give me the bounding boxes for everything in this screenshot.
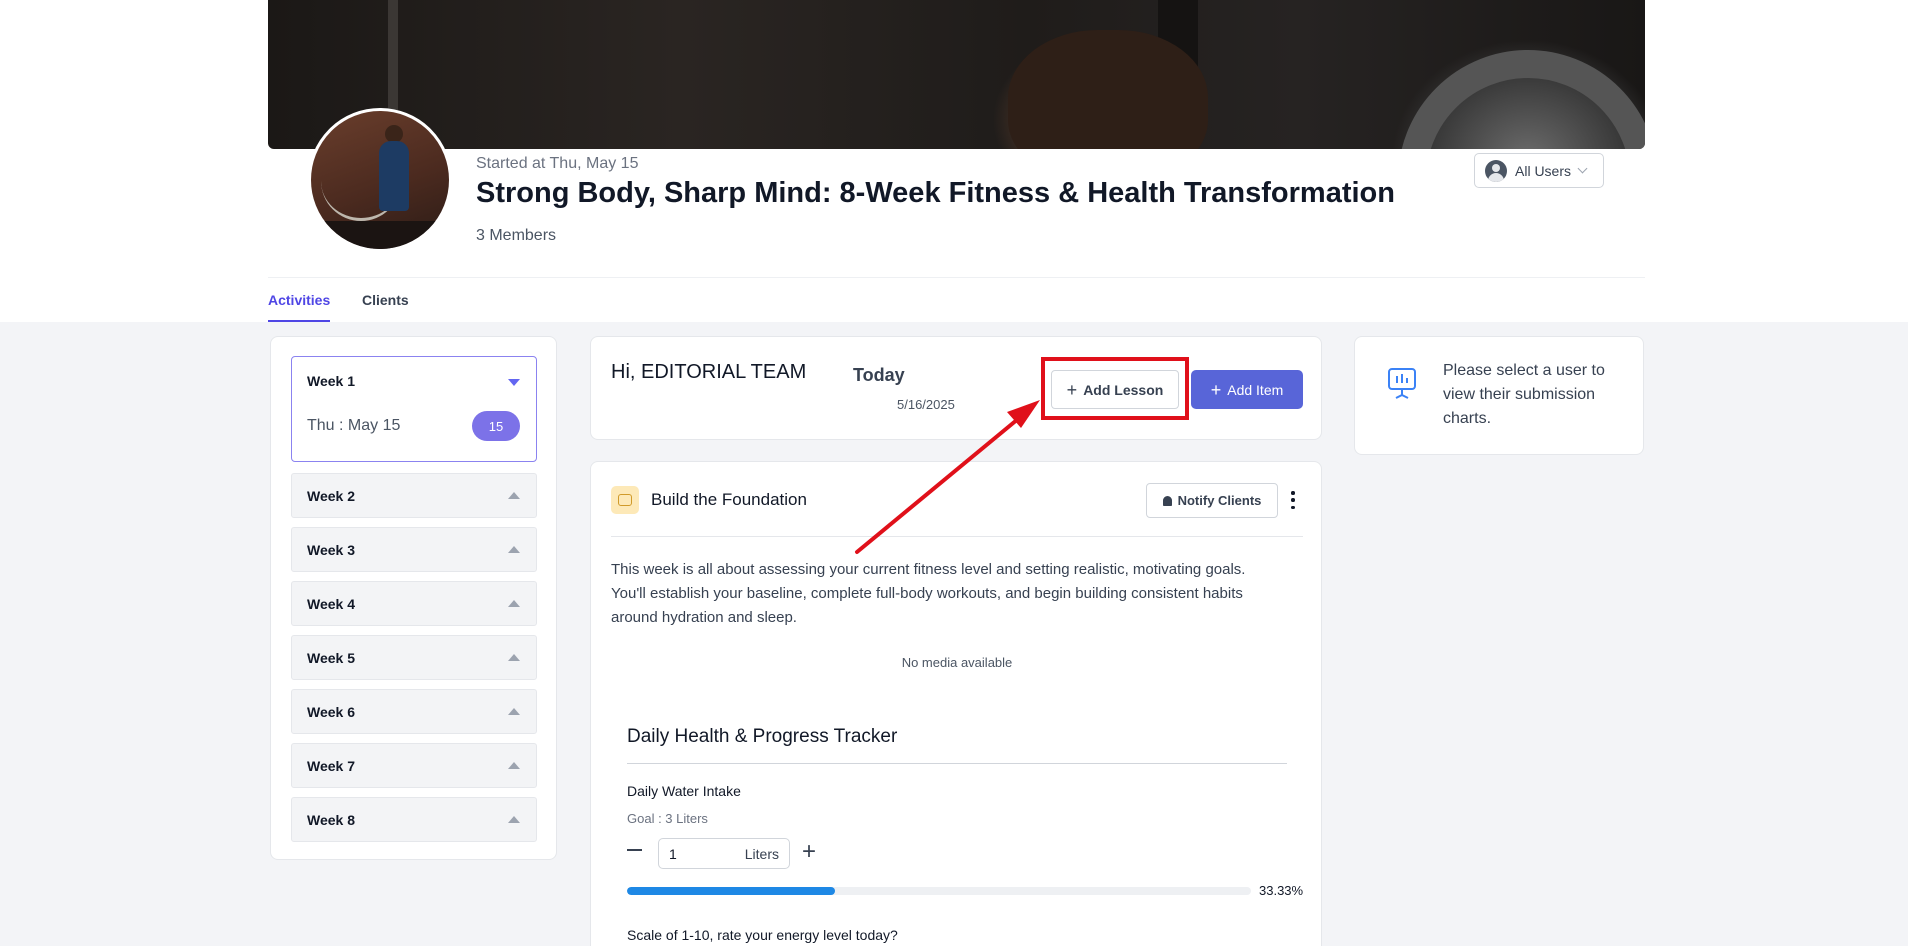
triangle-up-icon — [508, 492, 520, 499]
water-quantity-stepper[interactable]: 1 Liters — [658, 838, 790, 869]
header-divider — [268, 277, 1645, 278]
water-goal: Goal : 3 Liters — [627, 811, 708, 826]
week-1-accordion[interactable]: Week 1 Thu : May 15 15 — [291, 356, 537, 462]
week-3-accordion[interactable]: Week 3 — [291, 527, 537, 572]
water-progress-bar — [627, 887, 1251, 895]
started-date: Started at Thu, May 15 — [476, 155, 639, 172]
user-filter-label: All Users — [1515, 162, 1572, 179]
week-label: Week 2 — [307, 488, 355, 504]
triangle-down-icon[interactable] — [508, 379, 520, 386]
user-icon — [1485, 159, 1507, 182]
active-tab-indicator — [268, 320, 330, 322]
kebab-icon[interactable] — [1288, 488, 1298, 512]
water-unit: Liters — [744, 845, 779, 862]
tracker-title: Daily Health & Progress Tracker — [627, 726, 898, 747]
triangle-up-icon — [508, 546, 520, 553]
energy-question: Scale of 1-10, rate your energy level to… — [627, 927, 898, 943]
monitor-chart-icon — [1388, 368, 1416, 399]
weeks-sidebar: Week 1 Thu : May 15 15 Week 2 Week 3 Wee… — [270, 336, 557, 860]
add-item-label: Add Item — [1227, 381, 1284, 398]
week-label: Week 7 — [307, 758, 355, 774]
day-item-label[interactable]: Thu : May 15 — [307, 417, 400, 435]
triangle-up-icon — [508, 708, 520, 715]
lesson-icon — [611, 486, 639, 514]
lesson-title: Build the Foundation — [651, 490, 807, 509]
day-badge: 15 — [472, 411, 520, 441]
water-intake-label: Daily Water Intake — [627, 783, 741, 799]
triangle-up-icon — [508, 654, 520, 661]
week-6-accordion[interactable]: Week 6 — [291, 689, 537, 734]
program-avatar — [308, 108, 452, 252]
water-progress-fill — [627, 887, 835, 895]
greeting-text: Hi, EDITORIAL TEAM — [611, 361, 807, 383]
annotation-highlight-box — [1041, 357, 1189, 420]
page-title: Strong Body, Sharp Mind: 8-Week Fitness … — [476, 177, 1395, 209]
user-filter-dropdown[interactable]: All Users — [1474, 153, 1604, 188]
triangle-up-icon — [508, 816, 520, 823]
plus-icon[interactable]: + — [802, 837, 820, 867]
week-label: Week 8 — [307, 812, 355, 828]
week-label: Week 4 — [307, 596, 355, 612]
lesson-divider — [611, 536, 1303, 537]
week-8-accordion[interactable]: Week 8 — [291, 797, 537, 842]
week-7-accordion[interactable]: Week 7 — [291, 743, 537, 788]
plus-icon: + — [1210, 379, 1222, 400]
water-progress-percent: 33.33% — [1259, 883, 1304, 898]
week-label: Week 3 — [307, 542, 355, 558]
select-user-message: Please select a user to view their submi… — [1443, 362, 1605, 427]
lesson-description: This week is all about assessing your cu… — [611, 561, 1246, 626]
add-item-button[interactable]: + Add Item — [1191, 370, 1303, 409]
week-label: Week 6 — [307, 704, 355, 720]
week-4-accordion[interactable]: Week 4 — [291, 581, 537, 626]
notify-clients-label: Notify Clients — [1177, 493, 1262, 508]
triangle-up-icon — [508, 762, 520, 769]
week-label: Week 1 — [307, 373, 355, 389]
tab-activities[interactable]: Activities — [268, 292, 330, 308]
tab-clients[interactable]: Clients — [362, 292, 409, 308]
week-label: Week 5 — [307, 650, 355, 666]
bell-icon — [1162, 495, 1172, 506]
header-area: Started at Thu, May 15 Strong Body, Shar… — [0, 0, 1908, 322]
triangle-up-icon — [508, 600, 520, 607]
tracker-divider — [627, 763, 1287, 764]
no-media-text: No media available — [901, 655, 1013, 670]
water-value[interactable]: 1 — [669, 846, 677, 862]
submission-charts-card: Please select a user to view their submi… — [1354, 336, 1644, 455]
week-5-accordion[interactable]: Week 5 — [291, 635, 537, 680]
chevron-down-icon — [1577, 163, 1588, 174]
today-date: 5/16/2025 — [897, 397, 955, 412]
cover-banner-image — [268, 0, 1645, 149]
today-label: Today — [853, 365, 905, 385]
lesson-card: Build the Foundation Notify Clients This… — [590, 461, 1322, 946]
minus-icon[interactable] — [627, 838, 643, 862]
members-count: 3 Members — [476, 227, 557, 244]
greeting-card: Hi, EDITORIAL TEAM Today 5/16/2025 + Add… — [590, 336, 1322, 440]
week-2-accordion[interactable]: Week 2 — [291, 473, 537, 518]
notify-clients-button[interactable]: Notify Clients — [1146, 483, 1278, 518]
